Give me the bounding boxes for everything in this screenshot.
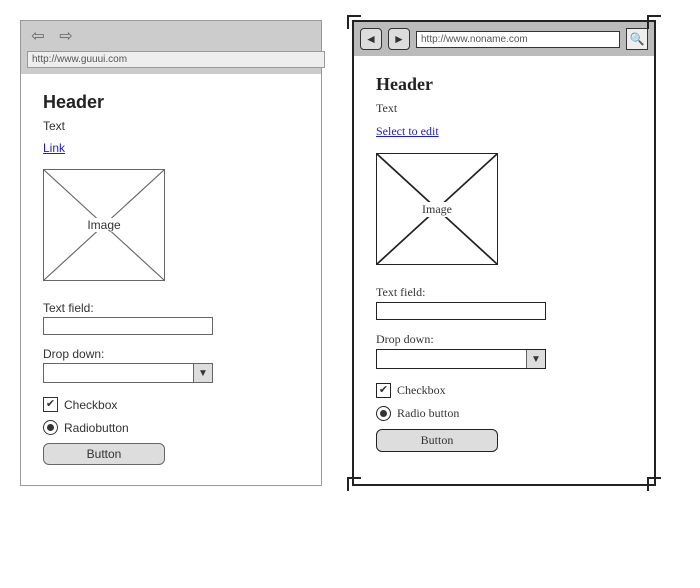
chevron-down-icon[interactable]: ▼ bbox=[526, 350, 545, 368]
radio-button[interactable] bbox=[43, 420, 58, 435]
page-link[interactable]: Link bbox=[43, 141, 65, 155]
dropdown-value bbox=[44, 364, 193, 382]
page-link[interactable]: Select to edit bbox=[376, 124, 439, 138]
checkbox-label: Checkbox bbox=[397, 383, 446, 398]
dropdown[interactable]: ▼ bbox=[376, 349, 546, 369]
browser-toolbar: ⇦ ⇨ bbox=[21, 21, 321, 51]
page-content: Header Text Select to edit Image Text fi… bbox=[354, 56, 654, 484]
dropdown[interactable]: ▼ bbox=[43, 363, 213, 383]
image-placeholder: Image bbox=[376, 153, 498, 265]
forward-icon[interactable]: ⇨ bbox=[55, 27, 77, 45]
body-text: Text bbox=[43, 119, 299, 133]
image-placeholder-label: Image bbox=[83, 218, 124, 232]
body-text: Text bbox=[376, 101, 632, 116]
wireframe-clean: ⇦ ⇨ Header Text Link Image Text field: D… bbox=[20, 20, 322, 486]
page-content: Header Text Link Image Text field: Drop … bbox=[21, 74, 321, 485]
submit-button[interactable]: Button bbox=[43, 443, 165, 465]
textfield-label: Text field: bbox=[376, 285, 632, 300]
textfield-label: Text field: bbox=[43, 301, 299, 315]
chevron-down-icon[interactable]: ▼ bbox=[193, 364, 212, 382]
dropdown-value bbox=[377, 350, 526, 368]
back-icon[interactable]: ⇦ bbox=[27, 27, 49, 45]
address-bar[interactable] bbox=[416, 31, 620, 48]
radio-button[interactable] bbox=[376, 406, 391, 421]
forward-icon[interactable]: ► bbox=[388, 28, 410, 50]
dropdown-label: Drop down: bbox=[43, 347, 299, 361]
page-header: Header bbox=[43, 92, 299, 113]
address-bar[interactable] bbox=[27, 51, 325, 68]
checkbox-label: Checkbox bbox=[64, 398, 117, 412]
image-placeholder: Image bbox=[43, 169, 165, 281]
text-field[interactable] bbox=[376, 302, 546, 320]
submit-button[interactable]: Button bbox=[376, 429, 498, 452]
radio-label: Radiobutton bbox=[64, 421, 129, 435]
dropdown-label: Drop down: bbox=[376, 332, 632, 347]
text-field[interactable] bbox=[43, 317, 213, 335]
wireframe-sketch: ◄ ► 🔍 Header Text Select to edit Image T… bbox=[352, 20, 656, 486]
page-header: Header bbox=[376, 74, 632, 95]
checkbox[interactable]: ✔ bbox=[376, 383, 391, 398]
radio-label: Radio button bbox=[397, 406, 459, 421]
back-icon[interactable]: ◄ bbox=[360, 28, 382, 50]
search-icon[interactable]: 🔍 bbox=[626, 28, 648, 50]
checkbox[interactable]: ✔ bbox=[43, 397, 58, 412]
browser-toolbar: ◄ ► 🔍 bbox=[354, 22, 654, 56]
image-placeholder-label: Image bbox=[418, 202, 456, 217]
